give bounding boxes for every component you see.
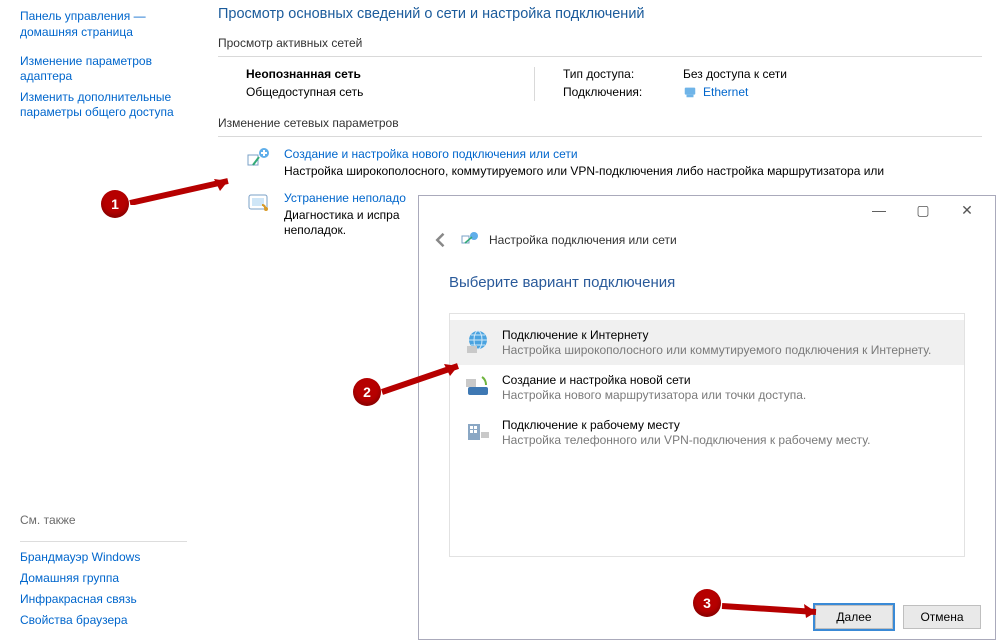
network-details: Тип доступа: Без доступа к сети Подключе… [553, 67, 787, 102]
see-also-browser-properties[interactable]: Свойства браузера [20, 613, 187, 628]
network-wizard-icon [461, 231, 479, 249]
see-also-header: См. также [20, 513, 187, 527]
network-params-label: Изменение сетевых параметров [218, 116, 982, 130]
task-new-connection[interactable]: Создание и настройка нового подключения … [218, 147, 982, 179]
task-troubleshoot-desc: Диагностика и испра неполадок. [284, 208, 406, 238]
page-title: Просмотр основных сведений о сети и наст… [218, 6, 982, 22]
ethernet-label: Ethernet [703, 85, 748, 99]
dialog-headline: Выберите вариант подключения [419, 260, 995, 307]
task-new-connection-title[interactable]: Создание и настройка нового подключения … [284, 147, 884, 161]
task-new-connection-desc: Настройка широкополосного, коммутируемог… [284, 164, 884, 179]
ethernet-icon [683, 85, 697, 99]
active-networks-label: Просмотр активных сетей [218, 36, 982, 50]
network-row: Неопознанная сеть Общедоступная сеть Тип… [218, 67, 982, 102]
option-internet-title: Подключение к Интернету [502, 328, 931, 342]
sidebar-home-link[interactable]: Панель управления — домашняя страница [20, 8, 187, 40]
troubleshoot-icon [246, 191, 272, 215]
connection-wizard-dialog: — ▢ ✕ Настройка подключения или сети Выб… [418, 195, 996, 640]
access-type-key: Тип доступа: [563, 67, 683, 81]
sidebar-link-adapter-settings[interactable]: Изменение параметров адаптера [20, 54, 187, 84]
active-networks-group: Просмотр активных сетей Неопознанная сет… [218, 36, 982, 102]
see-also-firewall[interactable]: Брандмауэр Windows [20, 550, 187, 565]
option-new-network-desc: Настройка нового маршрутизатора или точк… [502, 388, 806, 402]
dialog-buttons: Далее Отмена [815, 605, 981, 629]
connections-key: Подключения: [563, 85, 683, 102]
option-internet-desc: Настройка широкополосного или коммутируе… [502, 343, 931, 357]
connection-options-list: Подключение к Интернету Настройка широко… [449, 313, 965, 557]
network-type: Общедоступная сеть [246, 85, 516, 99]
callout-3: 3 [693, 589, 721, 617]
next-button[interactable]: Далее [815, 605, 893, 629]
option-new-network[interactable]: Создание и настройка новой сети Настройк… [450, 365, 964, 410]
separator [20, 541, 187, 542]
option-internet[interactable]: Подключение к Интернету Настройка широко… [450, 320, 964, 365]
option-workplace-desc: Настройка телефонного или VPN-подключени… [502, 433, 870, 447]
see-also-infrared[interactable]: Инфракрасная связь [20, 592, 187, 607]
option-workplace-title: Подключение к рабочему месту [502, 418, 870, 432]
network-name: Неопознанная сеть [246, 67, 516, 81]
separator [218, 56, 982, 57]
router-icon [464, 373, 492, 401]
sidebar-link-sharing-settings[interactable]: Изменить дополнительные параметры общего… [20, 90, 187, 120]
access-type-value: Без доступа к сети [683, 67, 787, 81]
separator [218, 136, 982, 137]
task-troubleshoot-title[interactable]: Устранение неполадо [284, 191, 406, 205]
add-connection-icon [246, 147, 272, 171]
dialog-titlebar: — ▢ ✕ [419, 196, 995, 224]
see-also-homegroup[interactable]: Домашняя группа [20, 571, 187, 586]
callout-1: 1 [101, 190, 129, 218]
workplace-icon [464, 418, 492, 446]
close-button[interactable]: ✕ [945, 196, 989, 224]
option-new-network-title: Создание и настройка новой сети [502, 373, 806, 387]
sidebar: Панель управления — домашняя страница Из… [0, 0, 206, 642]
callout-2: 2 [353, 378, 381, 406]
cancel-button[interactable]: Отмена [903, 605, 981, 629]
dialog-title: Настройка подключения или сети [489, 233, 677, 247]
network-identity: Неопознанная сеть Общедоступная сеть [246, 67, 516, 102]
maximize-button[interactable]: ▢ [901, 196, 945, 224]
back-arrow-icon[interactable] [431, 230, 451, 250]
ethernet-link[interactable]: Ethernet [683, 85, 748, 99]
vertical-divider [534, 67, 535, 101]
minimize-button[interactable]: — [857, 196, 901, 224]
option-workplace[interactable]: Подключение к рабочему месту Настройка т… [450, 410, 964, 455]
dialog-header: Настройка подключения или сети [419, 224, 995, 260]
globe-icon [464, 328, 492, 356]
